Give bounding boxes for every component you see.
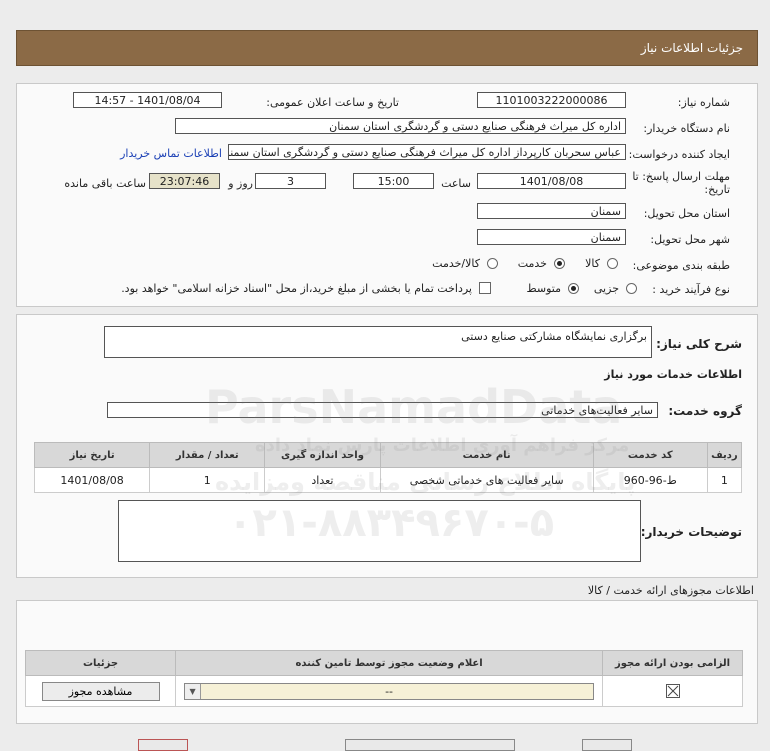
days-field[interactable]: 3 xyxy=(255,173,326,189)
cell-quantity: 1 xyxy=(149,467,266,493)
category-radio-goods-service[interactable] xyxy=(487,258,498,269)
deadline-date-field[interactable]: 1401/08/08 xyxy=(477,173,626,189)
process-option-medium: متوسط xyxy=(526,282,561,295)
process-option-minor: جزیی xyxy=(593,282,619,295)
cross-icon xyxy=(667,685,678,697)
deadline-time-field[interactable]: 15:00 xyxy=(353,173,434,189)
license-row: -- ▼ مشاهده مجوز xyxy=(24,675,743,707)
process-radio-minor[interactable] xyxy=(626,283,637,294)
buyer-org-label: نام دستگاه خریدار: xyxy=(643,122,730,135)
category-radio-service[interactable] xyxy=(554,258,565,269)
category-option-service: خدمت xyxy=(517,257,547,270)
need-description-field: برگزاری نمایشگاه مشارکتی صنایع دستی xyxy=(104,326,652,358)
chevron-down-icon[interactable]: ▼ xyxy=(185,683,202,699)
cell-row: 1 xyxy=(706,467,743,493)
announce-label: تاریخ و ساعت اعلان عمومی: xyxy=(266,96,399,109)
buyer-org-field[interactable]: اداره کل میراث فرهنگی صنایع دستی و گردشگ… xyxy=(175,118,626,134)
cell-unit: تعداد xyxy=(264,467,381,493)
buyer-notes-label: توضیحات خریدار: xyxy=(640,525,742,539)
page-title: جزئیات اطلاعات نیاز xyxy=(640,41,743,55)
licenses-table: الزامی بودن ارائه مجوز اعلام وضعیت مجوز … xyxy=(24,650,743,707)
remaining-time-field: 23:07:46 xyxy=(149,173,220,189)
col-need-date: تاریخ نیاز xyxy=(33,442,151,468)
col-service-code: کد خدمت xyxy=(592,442,708,468)
need-info-panel xyxy=(16,83,758,307)
license-status-select[interactable]: -- ▼ xyxy=(184,682,595,700)
province-label: استان محل تحویل: xyxy=(643,207,730,220)
category-label: طبقه بندی موضوعی: xyxy=(632,259,730,272)
city-field[interactable]: سمنان xyxy=(477,229,626,245)
page-header: جزئیات اطلاعات نیاز xyxy=(16,30,758,66)
buyer-notes-field xyxy=(118,500,641,562)
city-label: شهر محل تحویل: xyxy=(650,233,730,246)
deadline-label: مهلت ارسال پاسخ: تا xyxy=(632,170,730,183)
footer-button-left[interactable] xyxy=(138,739,188,751)
licenses-table-header: الزامی بودن ارائه مجوز اعلام وضعیت مجوز … xyxy=(24,650,743,676)
deadline-time-label: ساعت xyxy=(441,177,471,190)
treasury-payment-checkbox[interactable] xyxy=(479,282,491,294)
services-table: ردیف کد خدمت نام خدمت واحد اندازه گیری ت… xyxy=(33,442,743,493)
license-status-value: -- xyxy=(385,684,394,698)
announce-field[interactable]: 1401/08/04 - 14:57 xyxy=(73,92,222,108)
category-radio-goods[interactable] xyxy=(607,258,618,269)
cell-service-name: سایر فعالیت های خدماتی شخصی xyxy=(379,467,594,493)
services-table-header: ردیف کد خدمت نام خدمت واحد اندازه گیری ت… xyxy=(33,442,743,468)
need-description-label: شرح کلی نیاز: xyxy=(656,337,742,351)
service-group-label: گروه خدمت: xyxy=(668,404,742,418)
view-license-button[interactable]: مشاهده مجوز xyxy=(41,681,160,701)
col-license-details: جزئیات xyxy=(24,650,177,676)
col-license-status: اعلام وضعیت مجوز توسط تامین کننده xyxy=(175,650,604,676)
col-unit: واحد اندازه گیری xyxy=(264,442,381,468)
category-option-goods: کالا xyxy=(585,257,600,270)
treasury-payment-note: پرداخت تمام یا بخشی از مبلغ خرید،از محل … xyxy=(121,282,472,295)
days-label: روز و xyxy=(228,177,253,190)
service-group-field[interactable]: سایر فعالیت‌های خدماتی xyxy=(107,402,658,418)
province-field[interactable]: سمنان xyxy=(477,203,626,219)
need-number-field[interactable]: 1101003222000086 xyxy=(477,92,626,108)
creator-field[interactable]: عباس سحربان کارپرداز اداره کل میراث فرهن… xyxy=(228,144,626,160)
col-row: ردیف xyxy=(706,442,743,468)
process-label: نوع فرآیند خرید : xyxy=(652,283,730,296)
licenses-heading: اطلاعات مجوزهای ارائه خدمت / کالا xyxy=(587,584,754,597)
col-service-name: نام خدمت xyxy=(379,442,594,468)
need-number-label: شماره نیاز: xyxy=(677,96,730,109)
buyer-contact-link[interactable]: اطلاعات تماس خریدار xyxy=(120,147,222,160)
services-heading: اطلاعات خدمات مورد نیاز xyxy=(604,368,742,381)
footer-button-right[interactable] xyxy=(582,739,632,751)
category-option-goods-service: کالا/خدمت xyxy=(432,257,480,270)
cell-need-date: 1401/08/08 xyxy=(33,467,151,493)
license-required-checkbox[interactable] xyxy=(665,684,680,698)
footer-button-middle[interactable] xyxy=(345,739,515,751)
col-license-required: الزامی بودن ارائه مجوز xyxy=(602,650,743,676)
cell-service-code: ط-96-960 xyxy=(592,467,708,493)
col-quantity: تعداد / مقدار xyxy=(149,442,266,468)
remaining-label: ساعت باقی مانده xyxy=(64,177,146,190)
creator-label: ایجاد کننده درخواست: xyxy=(628,148,730,161)
table-row[interactable]: 1 ط-96-960 سایر فعالیت های خدماتی شخصی ت… xyxy=(33,467,743,493)
process-radio-medium[interactable] xyxy=(568,283,579,294)
deadline-date-label: تاریخ: xyxy=(704,183,730,196)
